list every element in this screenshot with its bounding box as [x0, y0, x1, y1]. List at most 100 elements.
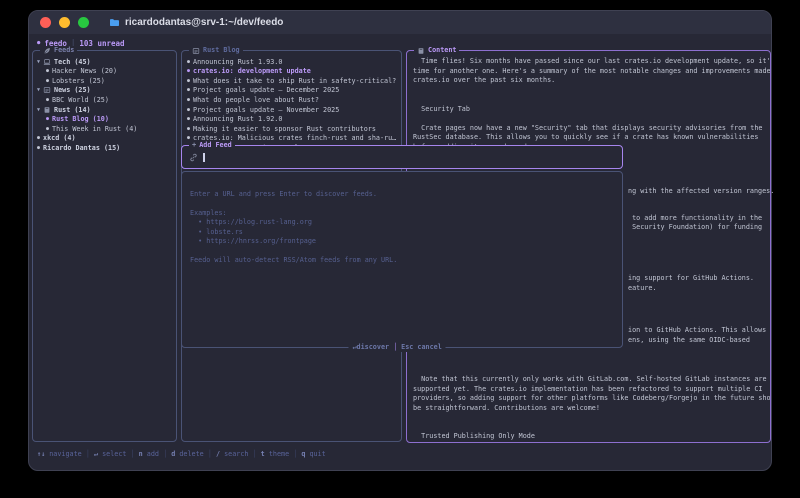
status-hint-add: n add — [139, 449, 159, 460]
article-list-item[interactable]: ●Announcing Rust 1.92.0 — [182, 114, 401, 124]
titlebar: ricardodantas@srv-1:~/dev/feedo — [29, 11, 771, 34]
status-label: quit — [309, 450, 325, 458]
link-icon — [189, 153, 198, 162]
unread-dot: ● — [187, 107, 190, 113]
content-text-line — [413, 114, 768, 124]
status-separator: │ — [289, 449, 301, 460]
article-title: Announcing Rust 1.92.0 — [193, 115, 282, 123]
content-text-fragment: eature. — [628, 284, 656, 294]
discover-help-line — [190, 180, 397, 190]
article-list-item[interactable]: ●What do people love about Rust? — [182, 95, 401, 105]
unread-dot: ● — [187, 87, 190, 93]
content-text-line: providers, so adding support for other p… — [413, 394, 768, 404]
unread-dot: ● — [187, 59, 190, 65]
unread-dot: ● — [46, 116, 49, 122]
cancel-hint: Esc cancel — [401, 343, 442, 352]
unread-dot: ● — [46, 78, 49, 84]
text-cursor — [203, 153, 205, 162]
unread-dot: ● — [37, 145, 40, 151]
content-text-line — [413, 413, 768, 423]
feeds-panel: Feeds ▼Tech (45)●Hacker News (20)●Lobste… — [32, 50, 177, 442]
sidebar-feed-item[interactable]: ●Hacker News (20) — [33, 67, 176, 77]
article-list-item[interactable]: ●Project goals update — December 2025 — [182, 86, 401, 96]
content-text-fragment: ion to GitHub Actions. This allows — [628, 326, 766, 336]
article-list-item[interactable]: ●crates.io: development update — [182, 67, 401, 77]
close-button[interactable] — [40, 17, 51, 28]
sidebar-folder[interactable]: ▼ Tech (45) — [33, 57, 176, 67]
status-separator: │ — [159, 449, 171, 460]
discover-help-panel: Enter a URL and press Enter to discover … — [181, 171, 623, 348]
article-title: What do people love about Rust? — [193, 96, 319, 104]
sidebar-feed-item[interactable]: ●Rust Blog (10) — [33, 114, 176, 124]
feed-label: Hacker News (20) — [52, 67, 117, 75]
status-label: search — [224, 450, 248, 458]
article-title: Announcing Rust 1.93.0 — [193, 58, 282, 66]
article-list-item[interactable]: ●What does it take to ship Rust in safet… — [182, 76, 401, 86]
status-key: / — [216, 450, 224, 458]
article-title: Making it easier to sponsor Rust contrib… — [193, 125, 376, 133]
sidebar-feed-item[interactable]: ●Ricardo Dantas (15) — [33, 143, 176, 153]
content-text-fragment: Security Foundation) for funding — [628, 223, 762, 233]
unread-dot: ● — [187, 97, 190, 103]
sidebar-feed-item[interactable]: ●xkcd (4) — [33, 133, 176, 143]
unread-dot: ● — [46, 97, 49, 103]
discover-hint: discover — [357, 343, 390, 351]
discover-help-line: Feedo will auto-detect RSS/Atom feeds fr… — [190, 256, 397, 266]
traffic-lights — [40, 17, 89, 28]
discover-help-line: • https://blog.rust-lang.org — [190, 218, 397, 228]
article-list-item[interactable]: ●Project goals update — November 2025 — [182, 105, 401, 115]
content-text-line: Security Tab — [413, 105, 768, 115]
chevron-down-icon: ▼ — [37, 59, 40, 65]
sidebar-feed-item[interactable]: ●BBC World (25) — [33, 95, 176, 105]
discover-help-text: Enter a URL and press Enter to discover … — [190, 180, 397, 266]
discover-help-line — [190, 199, 397, 209]
status-key: t — [261, 450, 269, 458]
status-label: theme — [269, 450, 289, 458]
content-text-top: Time flies! Six months have passed since… — [413, 57, 768, 152]
content-text-line: be straightforward. Contributions are we… — [413, 404, 768, 414]
discover-help-line: • https://hnrss.org/frontpage — [190, 237, 397, 247]
article-list-item[interactable]: ●Making it easier to sponsor Rust contri… — [182, 124, 401, 134]
article-title: Project goals update — December 2025 — [193, 86, 339, 94]
terminal-window: ricardodantas@srv-1:~/dev/feedo ●feedo│1… — [28, 10, 772, 471]
sidebar-feed-item[interactable]: ●Lobsters (25) — [33, 76, 176, 86]
article-list: ●Announcing Rust 1.93.0●crates.io: devel… — [182, 51, 401, 152]
feed-label: This Week in Rust (4) — [52, 125, 137, 133]
window-title: ricardodantas@srv-1:~/dev/feedo — [125, 17, 283, 28]
feed-label: Rust (14) — [54, 106, 91, 114]
unread-count: 103 unread — [79, 38, 124, 49]
status-key: n — [139, 450, 147, 458]
status-label: add — [147, 450, 159, 458]
discover-help-line — [190, 247, 397, 257]
feed-label: Tech (45) — [54, 58, 91, 66]
zoom-button[interactable] — [78, 17, 89, 28]
feeds-tree: ▼Tech (45)●Hacker News (20)●Lobsters (25… — [33, 51, 176, 152]
status-label: select — [102, 450, 126, 458]
article-list-item[interactable]: ●Announcing Rust 1.93.0 — [182, 57, 401, 67]
content-text-line: Note that this currently only works with… — [413, 375, 768, 385]
laptop-icon — [43, 58, 51, 66]
sidebar-folder[interactable]: ▼Rust (14) — [33, 105, 176, 115]
article-title: crates.io: development update — [193, 67, 311, 75]
feed-label: BBC World (25) — [52, 96, 109, 104]
newspaper-icon — [43, 86, 51, 94]
content-text-fragment: ing support for GitHub Actions. — [628, 274, 754, 284]
status-separator: │ — [248, 449, 260, 460]
unread-dot: ● — [46, 68, 49, 74]
status-hint-navigate: ↑↓ navigate — [37, 449, 82, 460]
article-title: Project goals update — November 2025 — [193, 106, 339, 114]
status-hint-select: ↵ select — [94, 449, 127, 460]
minimize-button[interactable] — [59, 17, 70, 28]
feed-url-input[interactable] — [183, 147, 621, 167]
discover-help-line: Enter a URL and press Enter to discover … — [190, 190, 397, 200]
sidebar-folder[interactable]: ▼News (25) — [33, 86, 176, 96]
content-text-fragment: ng with the affected version ranges. — [628, 187, 774, 197]
sidebar-feed-item[interactable]: ●This Week in Rust (4) — [33, 124, 176, 134]
discover-help-line: • lobste.rs — [190, 228, 397, 238]
status-hint-theme: t theme — [261, 449, 289, 460]
status-hint-delete: d delete — [171, 449, 204, 460]
unread-dot: ● — [187, 68, 190, 74]
window-title-group: ricardodantas@srv-1:~/dev/feedo — [109, 11, 283, 34]
content-text-line: supported yet. The crates.io implementat… — [413, 385, 768, 395]
status-hint-search: / search — [216, 449, 249, 460]
